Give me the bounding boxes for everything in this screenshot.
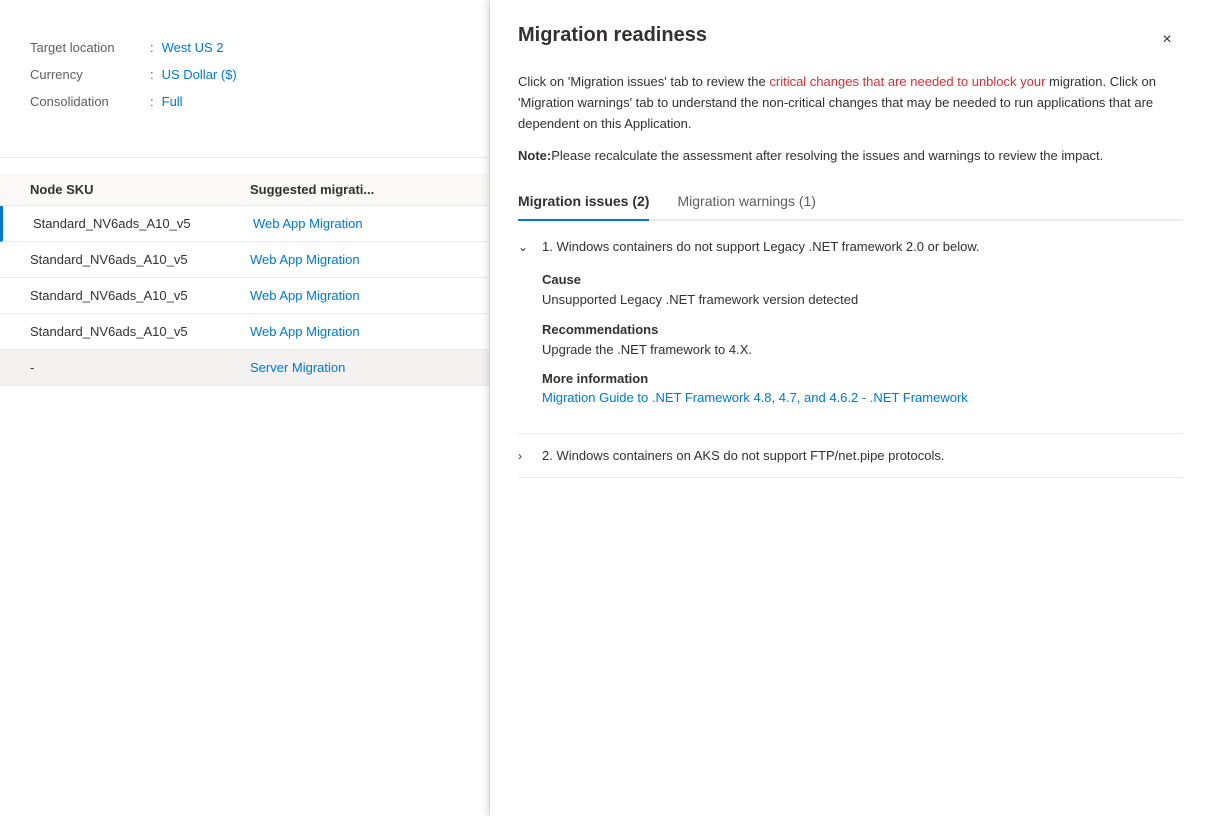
node-table: Node SKU Suggested migrati... Standard_N… [0,174,489,386]
close-button[interactable]: × [1151,24,1183,56]
consolidation-sep: : [150,94,154,109]
table-row: Standard_NV6ads_A10_v5 Web App Migration [0,206,489,242]
target-location-row: Target location : West US 2 [30,40,459,55]
issue-item-2: › 2. Windows containers on AKS do not su… [518,434,1183,478]
currency-row: Currency : US Dollar ($) [30,67,459,82]
table-row: Standard_NV6ads_A10_v5 Web App Migration [0,314,489,350]
cause-text: Unsupported Legacy .NET framework versio… [542,290,1183,310]
tabs-container: Migration issues (2) Migration warnings … [518,183,1183,221]
cell-node-sku: Standard_NV6ads_A10_v5 [30,288,250,303]
table-row: - Server Migration [0,350,489,386]
issue-1-header[interactable]: ⌄ 1. Windows containers do not support L… [518,225,1183,268]
cell-migration[interactable]: Web App Migration [250,252,459,267]
col-header-migration: Suggested migrati... [250,182,459,197]
issue-2-header[interactable]: › 2. Windows containers on AKS do not su… [518,434,1183,477]
issues-list: ⌄ 1. Windows containers do not support L… [518,225,1183,478]
cause-section: Cause Unsupported Legacy .NET framework … [542,272,1183,310]
consolidation-row: Consolidation : Full [30,94,459,109]
target-location-label: Target location [30,40,150,55]
recommendations-label: Recommendations [542,322,1183,337]
col-header-node-sku: Node SKU [30,182,250,197]
left-info-section: Target location : West US 2 Currency : U… [0,0,489,141]
table-row: Standard_NV6ads_A10_v5 Web App Migration [0,242,489,278]
consolidation-value: Full [162,94,183,109]
intro-highlight-red: critical changes that are needed to unbl… [769,74,1045,89]
divider [0,157,489,158]
currency-value: US Dollar ($) [162,67,237,82]
cell-migration[interactable]: Server Migration [250,360,459,375]
target-location-value: West US 2 [162,40,224,55]
table-body: Standard_NV6ads_A10_v5 Web App Migration… [0,206,489,386]
tab-migration-issues[interactable]: Migration issues (2) [518,183,649,221]
panel-header: Migration readiness × [490,0,1211,72]
tab-migration-warnings[interactable]: Migration warnings (1) [677,183,816,221]
recommendations-text: Upgrade the .NET framework to 4.X. [542,340,1183,360]
left-panel: Target location : West US 2 Currency : U… [0,0,490,816]
issue-item-1: ⌄ 1. Windows containers do not support L… [518,225,1183,434]
recommendations-section: Recommendations Upgrade the .NET framewo… [542,322,1183,360]
cell-node-sku: Standard_NV6ads_A10_v5 [30,252,250,267]
panel-title: Migration readiness [518,24,707,47]
intro-note: Note:Please recalculate the assessment a… [518,146,1183,167]
cell-migration[interactable]: Web App Migration [253,216,459,231]
intro-note-text: Please recalculate the assessment after … [551,148,1103,163]
panel-body: Click on 'Migration issues' tab to revie… [490,72,1211,816]
intro-text-1: Click on 'Migration issues' tab to revie… [518,74,769,89]
consolidation-label: Consolidation [30,94,150,109]
intro-note-label: Note: [518,148,551,163]
issue-1-title: 1. Windows containers do not support Leg… [542,239,980,254]
intro-paragraph: Click on 'Migration issues' tab to revie… [518,72,1183,134]
more-info-link[interactable]: Migration Guide to .NET Framework 4.8, 4… [542,390,968,405]
more-info-label: More information [542,371,1183,386]
target-location-sep: : [150,40,154,55]
currency-label: Currency [30,67,150,82]
cause-label: Cause [542,272,1183,287]
more-info-section: More information Migration Guide to .NET… [542,371,1183,405]
currency-sep: : [150,67,154,82]
issue-2-title: 2. Windows containers on AKS do not supp… [542,448,945,463]
cell-migration[interactable]: Web App Migration [250,324,459,339]
table-header-row: Node SKU Suggested migrati... [0,174,489,206]
cell-node-sku: - [30,360,250,375]
cell-node-sku: Standard_NV6ads_A10_v5 [33,216,253,231]
cell-node-sku: Standard_NV6ads_A10_v5 [30,324,250,339]
migration-readiness-panel: Migration readiness × Click on 'Migratio… [490,0,1211,816]
cell-migration[interactable]: Web App Migration [250,288,459,303]
issue-1-body: Cause Unsupported Legacy .NET framework … [518,268,1183,433]
table-row: Standard_NV6ads_A10_v5 Web App Migration [0,278,489,314]
chevron-right-icon: › [518,449,534,463]
chevron-down-icon: ⌄ [518,240,534,254]
